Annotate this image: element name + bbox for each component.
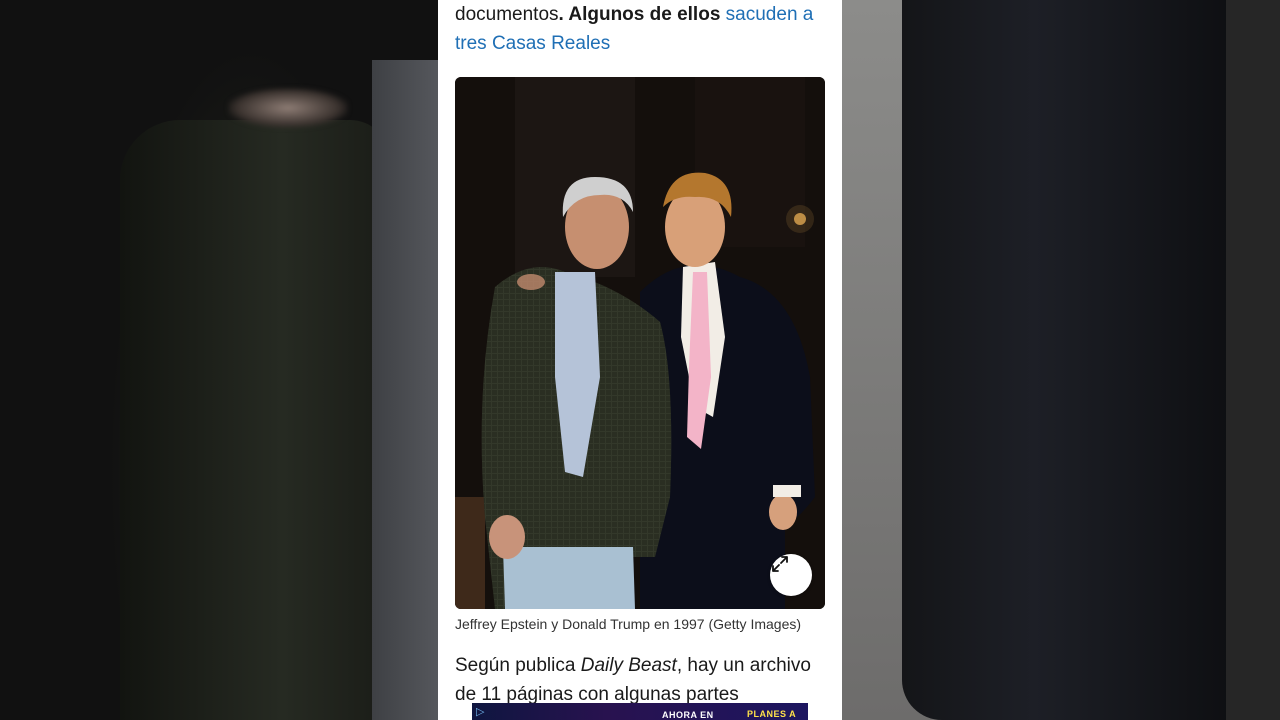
ad-choices-icon[interactable]: ▷ <box>476 705 492 719</box>
background-suit <box>902 0 1232 720</box>
right-letterbox <box>1226 0 1280 720</box>
intro-paragraph: documentos. Algunos de ellos sacuden a t… <box>455 0 825 58</box>
ad-text-1: AHORA EN <box>662 710 714 720</box>
photo-caption: Jeffrey Epstein y Donald Trump en 1997 (… <box>455 616 802 632</box>
article-column: documentos. Algunos de ellos sacuden a t… <box>438 0 842 720</box>
advertisement-banner[interactable]: ▷ AHORA EN PLANES A <box>472 703 808 720</box>
article-photo[interactable] <box>455 77 825 609</box>
para-prefix: Según publica <box>455 655 581 676</box>
expand-photo-button[interactable] <box>770 554 812 596</box>
intro-text: documentos <box>455 4 559 25</box>
body-paragraph: Según publica Daily Beast, hay un archiv… <box>455 651 825 709</box>
source-name: Daily Beast <box>580 655 677 676</box>
background-shirt <box>372 60 438 720</box>
expand-icon <box>772 556 788 572</box>
blurred-background-left <box>0 0 438 720</box>
background-hand <box>228 88 348 128</box>
ad-text-2: PLANES A <box>747 709 797 719</box>
background-jacket <box>120 120 390 720</box>
blurred-background-right <box>842 0 1280 720</box>
photo-illustration <box>455 77 825 609</box>
intro-bold-text: . Algunos de ellos <box>558 4 721 25</box>
